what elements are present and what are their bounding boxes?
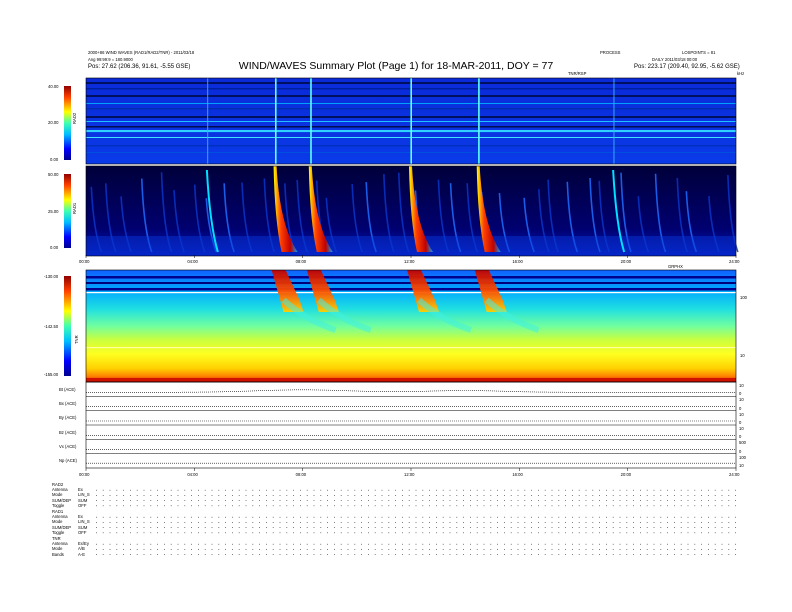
tnr-colorbar [64,276,71,376]
rad1-cb-tick-1: 25.00 [48,209,59,214]
rad1-ylabel: RAD1 [72,202,77,214]
bottom-x-tick: 00:00 [79,472,90,477]
rad1-x-tick: 20:00 [620,259,632,264]
footer-row-value: OFF [78,502,87,508]
line-panel-right-tick: 10 [739,463,744,468]
line-panel-label: Bx (ACE) [59,401,77,406]
line-panel-right-tick: 10 [739,426,744,431]
line-panel-right-tick: 10 [739,383,744,388]
line-panel-label: Vx (ACE) [59,444,77,449]
rad1-x-tick: 16:00 [512,259,523,264]
tnr-band-line [86,292,736,294]
tnr-ylabel: TNR [74,335,79,344]
rad2-burst-line [410,78,412,164]
footer-row-value: OFF [78,529,87,535]
bottom-x-tick: 16:00 [512,472,523,477]
rad2-burst-line [274,78,277,164]
line-panel-right-tick: 500 [739,440,746,446]
footer-row-value: A-E [78,551,85,557]
line-panel-label: By (ACE) [59,415,77,421]
rad1-x-tick: 08:00 [295,259,307,264]
rad2-cb-tick-2: 0.00 [50,157,59,162]
bottom-x-tick: 08:00 [295,472,307,477]
tnr-cb-tick-0: -130.00 [44,274,59,279]
tnr-panel [86,270,736,382]
tnr-cb-tick-1: -142.50 [44,324,59,329]
rad2-burst-line [613,78,615,164]
rad2-burst-line [478,78,480,164]
rad1-colorbar [64,174,71,248]
tnr-cb-tick-2: -155.00 [44,372,59,377]
rad1-x-tick: 24:00 [729,259,740,264]
line-panel-right-tick: 0 [739,434,742,440]
line-panel-right-tick: 10 [739,397,744,403]
rad1-bottom-glow [86,236,736,256]
line-panel-right-tick: 10 [739,411,744,417]
footer-row-label: Toggle [52,529,65,535]
summary-plot [64,77,739,555]
tnr-right-tick-1: 10 [740,353,745,358]
rad1-x-tick: 04:00 [187,259,198,264]
rad1-x-tick: 12:00 [404,259,415,264]
footer-row-label: Toggle [52,502,65,508]
rad1-cb-tick-0: 50.00 [48,172,59,177]
rad2-colorbar [64,86,71,160]
tnr-band-line [86,288,736,291]
bottom-x-tick: 20:00 [620,472,632,477]
rad1-x-tick: 00:00 [79,259,90,264]
bottom-x-tick: 24:00 [729,472,740,477]
rad2-cb-tick-0: 40.00 [48,84,59,89]
tnr-right-tick-0: 100 [740,295,747,300]
bottom-x-tick: 12:00 [404,472,415,477]
footer-row-label: Bands [52,551,64,557]
rad2-ylabel: RAD2 [72,112,77,124]
line-panel-right-tick: 0 [739,420,742,425]
rad1-x-unit: GRPHX [668,264,683,269]
line-panel-label: Bt (ACE) [59,386,76,392]
tnr-bottom-band [86,378,736,382]
line-panel-right-tick: 0 [739,448,742,454]
rad2-burst-line [207,78,209,164]
rad2-cb-tick-1: 20.00 [48,120,59,125]
line-panel-right-tick: 0 [739,391,742,397]
line-panel-right-tick: 100 [739,454,746,460]
bottom-x-tick: 04:00 [187,472,198,477]
line-panel-label: Bz (ACE) [59,429,77,435]
tnr-band-line [86,347,736,349]
rad1-cb-tick-2: 0.00 [50,245,59,250]
line-panel-right-tick: 0 [739,405,742,411]
line-panel-label: Np (ACE) [59,458,77,464]
rad2-burst-line [310,78,312,164]
line-panel-trace [86,389,736,393]
